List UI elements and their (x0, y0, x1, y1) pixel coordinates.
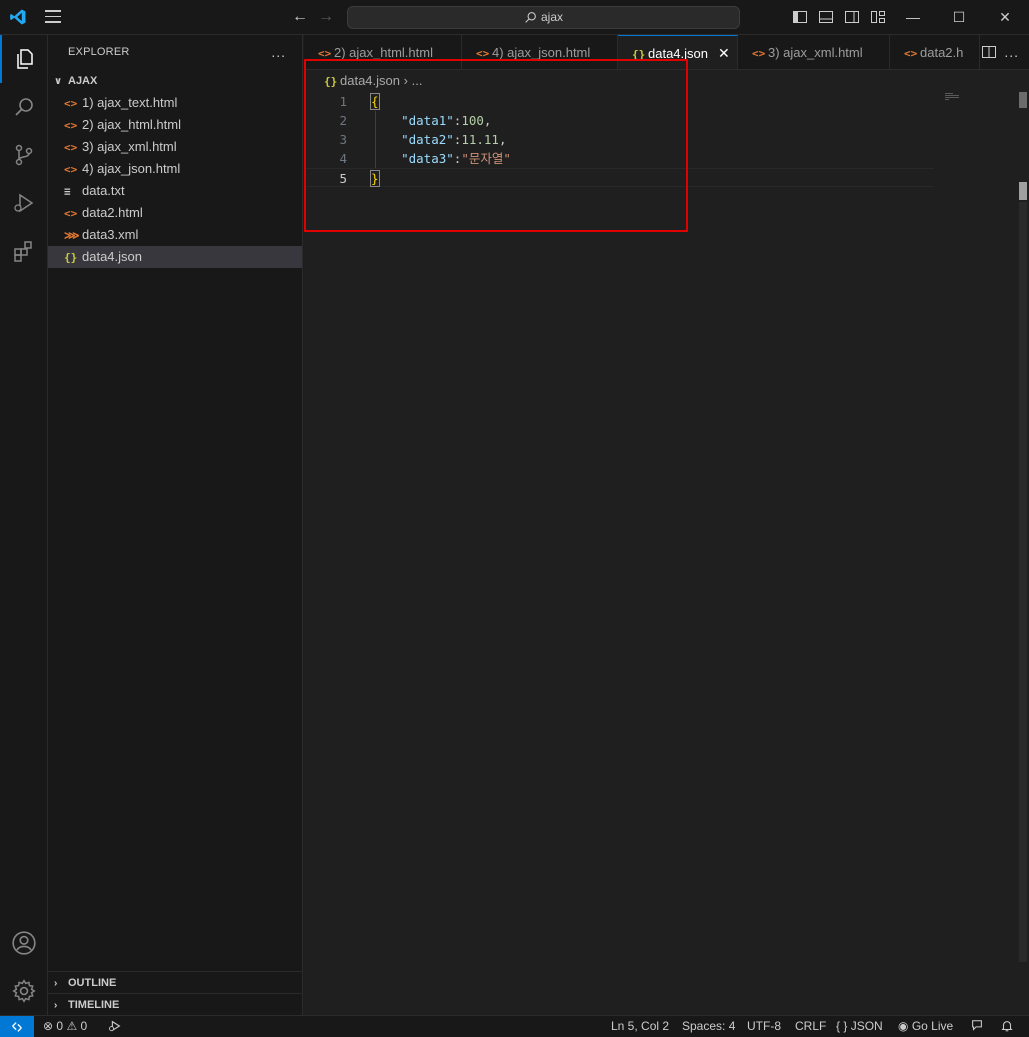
html-file-icon: <> (64, 163, 78, 176)
html-file-icon: <> (752, 47, 766, 60)
search-icon (525, 12, 536, 23)
html-file-icon: <> (64, 119, 78, 132)
file-label: 2) ajax_html.html (82, 117, 181, 132)
timeline-label: TIMELINE (68, 999, 120, 1011)
feedback-icon[interactable] (970, 1016, 984, 1037)
scrollbar-track (1019, 202, 1027, 962)
chevron-down-icon: ∨ (54, 76, 63, 87)
scrollbar-thumb[interactable] (1019, 92, 1027, 108)
tab-label: 4) ajax_json.html (492, 45, 591, 60)
tab-label: 3) ajax_xml.html (768, 45, 863, 60)
source-control-icon[interactable] (0, 131, 48, 179)
explorer-header: EXPLORER ... (48, 35, 302, 70)
outline-label: OUTLINE (68, 977, 117, 989)
language-mode[interactable]: { } JSON (836, 1016, 883, 1037)
vscode-logo-icon (10, 9, 26, 25)
explorer-icon[interactable] (0, 35, 48, 83)
file-label: 3) ajax_xml.html (82, 139, 177, 154)
json-braces-icon: { } (836, 1019, 848, 1033)
explorer-sidebar: EXPLORER ... ∨ AJAX <> 1) ajax_text.html <… (48, 35, 303, 1015)
menu-hamburger-icon[interactable] (45, 10, 63, 24)
file-item[interactable]: <> 1) ajax_text.html (48, 92, 302, 114)
file-item[interactable]: <> data2.html (48, 202, 302, 224)
scrollbar-cursor-marker (1019, 182, 1027, 200)
title-bar: ← → ajax — ☐ ✕ (0, 0, 1029, 35)
arrow-right-icon[interactable]: → (316, 7, 336, 27)
go-live-label: Go Live (911, 1019, 954, 1033)
warning-icon: ⚠ (66, 1019, 78, 1033)
explorer-title: EXPLORER (68, 46, 130, 58)
close-window-button[interactable]: ✕ (982, 0, 1028, 35)
tab-data2-html[interactable]: <> data2.h (890, 35, 980, 69)
error-count: 0 (56, 1019, 64, 1033)
minimize-button[interactable]: — (890, 0, 936, 35)
file-label: data2.html (82, 205, 143, 220)
toggle-panel-icon[interactable] (818, 9, 834, 25)
remote-indicator[interactable] (0, 1016, 34, 1037)
file-label: data4.json (82, 249, 142, 264)
status-bar: ⊗ 0 ⚠ 0 Ln 5, Col 2 Spaces: 4 UTF-8 CRLF… (0, 1015, 1029, 1037)
problems-indicator[interactable]: ⊗ 0 ⚠ 0 (43, 1016, 87, 1037)
split-editor-icon[interactable] (981, 44, 997, 60)
folder-ajax[interactable]: ∨ AJAX (48, 70, 302, 92)
timeline-section[interactable]: › TIMELINE (48, 993, 303, 1015)
settings-gear-icon[interactable] (0, 967, 48, 1015)
language-label: JSON (850, 1019, 883, 1033)
html-file-icon: <> (64, 207, 78, 220)
error-icon: ⊗ (43, 1019, 54, 1033)
text-file-icon: ≡ (64, 185, 71, 198)
vertical-scrollbar[interactable] (1018, 92, 1029, 1015)
tab-ajax-xml[interactable]: <> 3) ajax_xml.html (738, 35, 890, 69)
file-item[interactable]: ≡ data.txt (48, 180, 302, 202)
cursor-position[interactable]: Ln 5, Col 2 (611, 1016, 669, 1037)
search-icon[interactable] (0, 83, 48, 131)
file-label: 1) ajax_text.html (82, 95, 178, 110)
xml-file-icon: ⋙ (64, 229, 80, 242)
extensions-icon[interactable] (0, 227, 48, 275)
chevron-right-icon: › (54, 978, 58, 989)
file-item[interactable]: ⋙ data3.xml (48, 224, 302, 246)
json-file-icon: {} (64, 251, 78, 264)
customize-layout-icon[interactable] (870, 9, 886, 25)
file-label: data.txt (82, 183, 125, 198)
search-text: ajax (540, 10, 563, 24)
account-icon[interactable] (0, 919, 48, 967)
html-file-icon: <> (64, 97, 78, 110)
file-item[interactable]: <> 4) ajax_json.html (48, 158, 302, 180)
red-highlight-box (304, 59, 688, 232)
tab-label: data2.h (920, 45, 964, 60)
debug-launch-icon[interactable] (108, 1016, 122, 1037)
toggle-primary-sidebar-icon[interactable] (792, 9, 808, 25)
file-item[interactable]: <> 3) ajax_xml.html (48, 136, 302, 158)
file-item[interactable]: <> 2) ajax_html.html (48, 114, 302, 136)
more-actions-icon[interactable]: ... (1004, 35, 1019, 69)
maximize-button[interactable]: ☐ (936, 0, 982, 35)
run-debug-icon[interactable] (0, 179, 48, 227)
remote-icon (12, 1022, 22, 1032)
tab-label: 2) ajax_html.html (334, 45, 433, 60)
more-actions-icon[interactable]: ... (271, 35, 286, 70)
html-file-icon: <> (64, 141, 78, 154)
file-item-selected[interactable]: {} data4.json (48, 246, 302, 268)
encoding[interactable]: UTF-8 (747, 1016, 781, 1037)
minimap[interactable] (945, 93, 961, 100)
command-center-search[interactable]: ajax (347, 6, 740, 29)
close-tab-icon[interactable]: ✕ (718, 36, 730, 69)
toggle-secondary-sidebar-icon[interactable] (844, 9, 860, 25)
chevron-right-icon: › (54, 1000, 58, 1011)
arrow-left-icon[interactable]: ← (290, 7, 310, 27)
folder-label: AJAX (68, 75, 98, 87)
file-label: 4) ajax_json.html (82, 161, 181, 176)
outline-section[interactable]: › OUTLINE (48, 971, 303, 993)
html-file-icon: <> (904, 47, 918, 60)
warning-count: 0 (80, 1019, 88, 1033)
broadcast-icon: ◉ (898, 1019, 909, 1033)
line-ending[interactable]: CRLF (795, 1016, 826, 1037)
file-label: data3.xml (82, 227, 139, 242)
go-live-button[interactable]: ◉ Go Live (898, 1016, 953, 1037)
indentation[interactable]: Spaces: 4 (682, 1016, 735, 1037)
activity-bar (0, 35, 48, 1015)
notifications-bell-icon[interactable] (1000, 1016, 1014, 1037)
